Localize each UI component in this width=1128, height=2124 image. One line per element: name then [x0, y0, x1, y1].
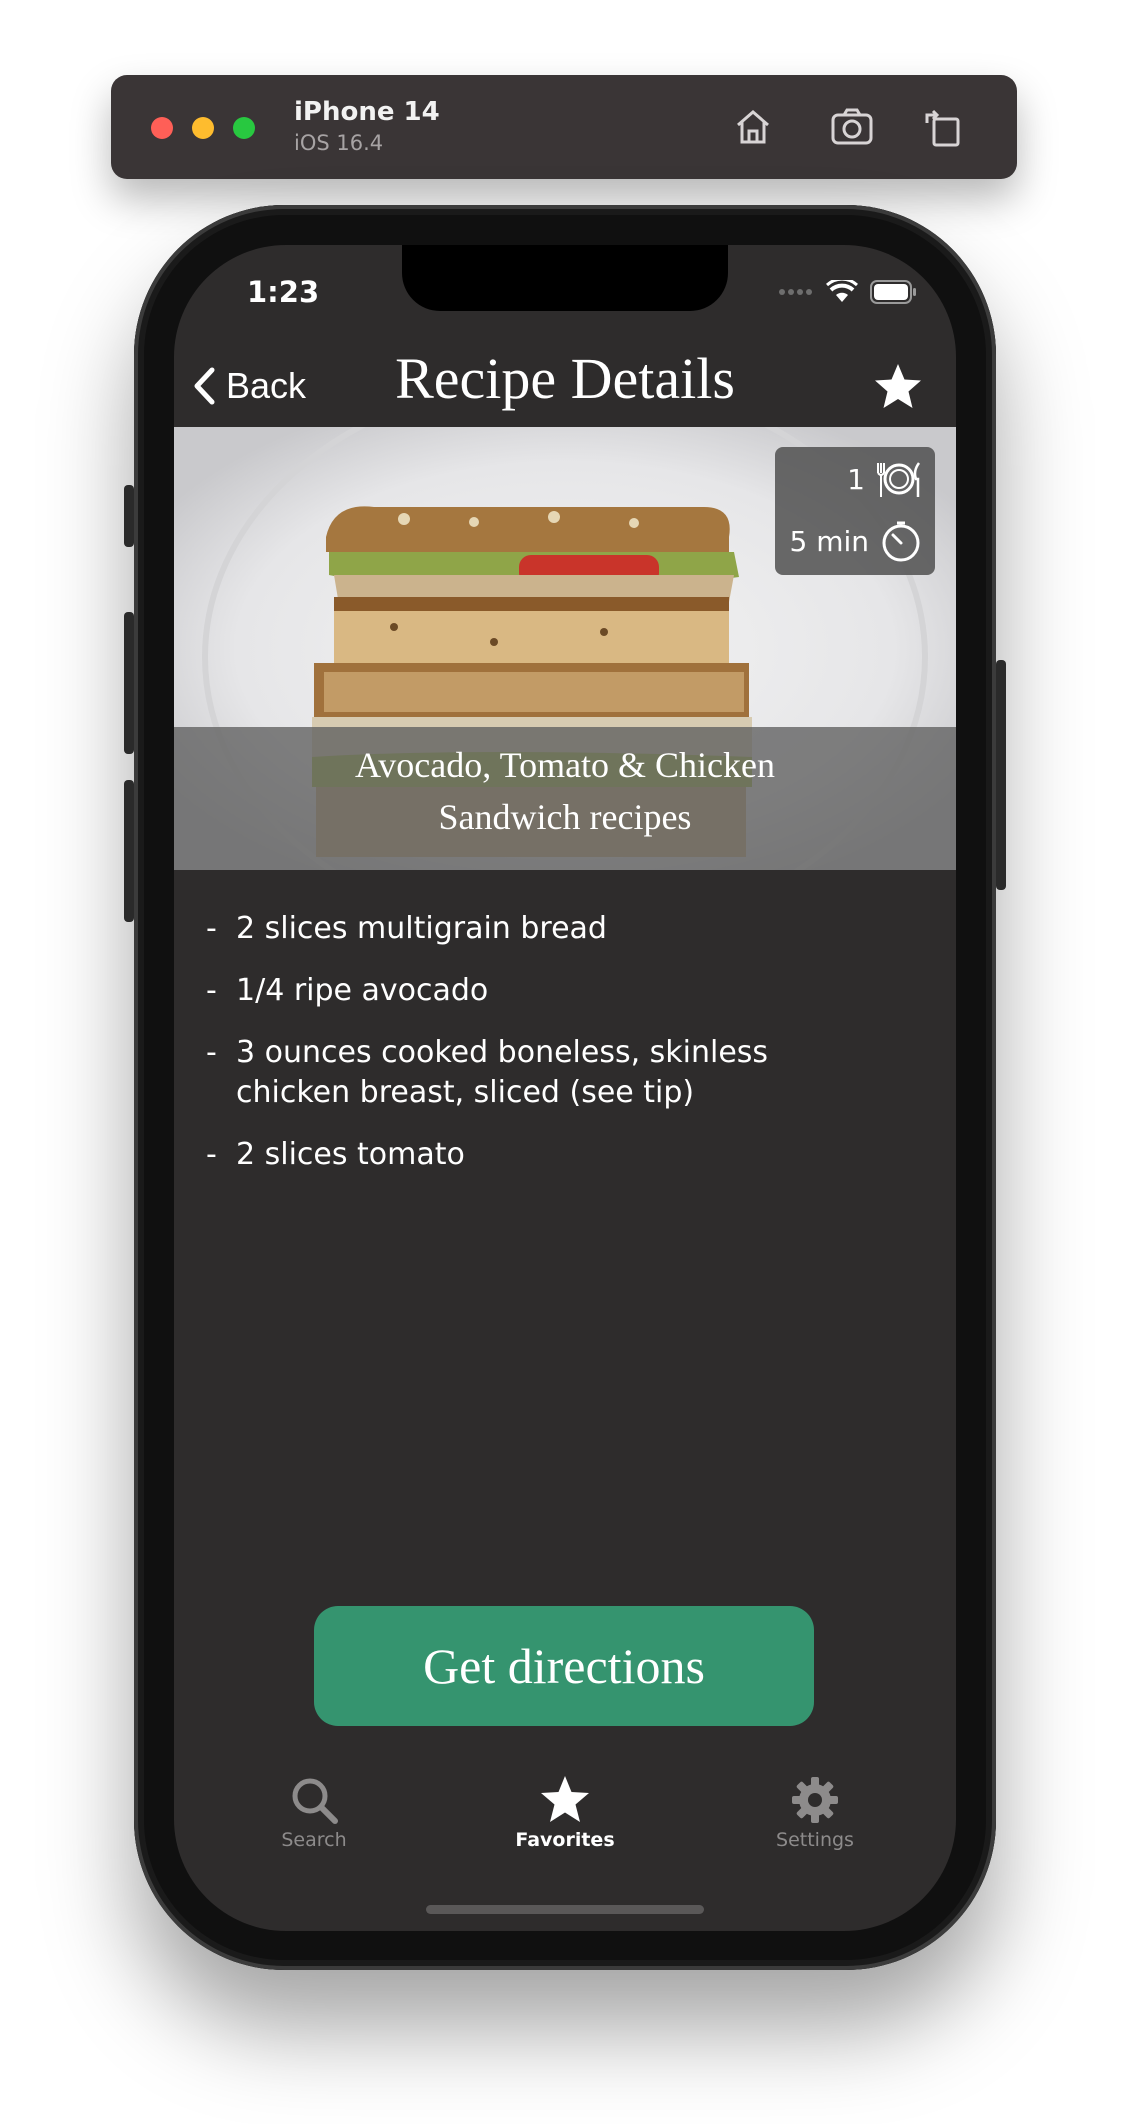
page-title: Recipe Details [395, 346, 735, 411]
power-button [996, 660, 1006, 890]
tab-label: Settings [776, 1829, 854, 1851]
wifi-icon [826, 280, 858, 302]
tab-label: Search [281, 1829, 347, 1851]
ingredient-text: 1/4 ripe avocado [236, 973, 489, 1008]
time-row: 5 min [789, 519, 923, 563]
list-item: -2 slices tomato [206, 1135, 906, 1175]
tab-settings[interactable]: Settings [725, 1775, 905, 1851]
recipe-title-line-2: Sandwich recipes [438, 797, 692, 837]
recipe-title-line-1: Avocado, Tomato & Chicken [354, 745, 776, 785]
notch [402, 245, 728, 311]
list-item: -1/4 ripe avocado [206, 971, 906, 1011]
close-window-button[interactable] [151, 117, 173, 139]
volume-down-button [124, 780, 134, 922]
battery-icon [870, 280, 916, 304]
status-indicators [778, 279, 916, 305]
silent-switch [124, 485, 134, 547]
ingredients-list: -2 slices multigrain bread -1/4 ripe avo… [206, 909, 906, 1197]
gear-icon [792, 1777, 838, 1823]
volume-up-button [124, 612, 134, 754]
device-name: iPhone 14 [294, 97, 440, 127]
tab-label: Favorites [515, 1829, 615, 1851]
servings-row: 1 [847, 459, 923, 499]
status-time: 1:23 [247, 275, 320, 309]
recipe-title: Avocado, Tomato & Chicken Sandwich recip… [174, 739, 956, 843]
home-icon[interactable] [729, 103, 777, 151]
rotate-icon[interactable] [919, 103, 967, 151]
screenshot-icon[interactable] [828, 103, 876, 151]
list-item: -2 slices multigrain bread [206, 909, 906, 949]
signal-icon [779, 289, 812, 295]
recipe-info-box: 1 5 min [775, 447, 935, 575]
minimize-window-button[interactable] [192, 117, 214, 139]
navigation-bar: Back Recipe Details [174, 337, 956, 437]
tab-favorites[interactable]: Favorites [475, 1775, 655, 1851]
list-item: -3 ounces cooked boneless, skinless chic… [206, 1033, 906, 1113]
plate-cutlery-icon [877, 462, 921, 497]
ingredient-text: 2 slices tomato [236, 1137, 465, 1172]
favorite-star-button[interactable] [872, 361, 924, 413]
os-version: iOS 16.4 [294, 131, 384, 155]
simulator-title-bar: iPhone 14 iOS 16.4 [111, 75, 1017, 179]
timer-icon [882, 521, 920, 562]
servings-count: 1 [847, 462, 865, 496]
home-indicator[interactable] [426, 1905, 704, 1914]
star-icon [541, 1776, 589, 1822]
search-icon [292, 1778, 338, 1824]
prep-time: 5 min [789, 524, 869, 558]
tab-search[interactable]: Search [224, 1775, 404, 1851]
phone-screen: 1:23 Back Recipe Details Avocado, Tomato… [174, 245, 956, 1931]
ingredient-text: 3 ounces cooked boneless, skinless chick… [236, 1035, 769, 1110]
ingredient-text: 2 slices multigrain bread [236, 911, 607, 946]
zoom-window-button[interactable] [233, 117, 255, 139]
get-directions-button[interactable]: Get directions [314, 1606, 814, 1726]
